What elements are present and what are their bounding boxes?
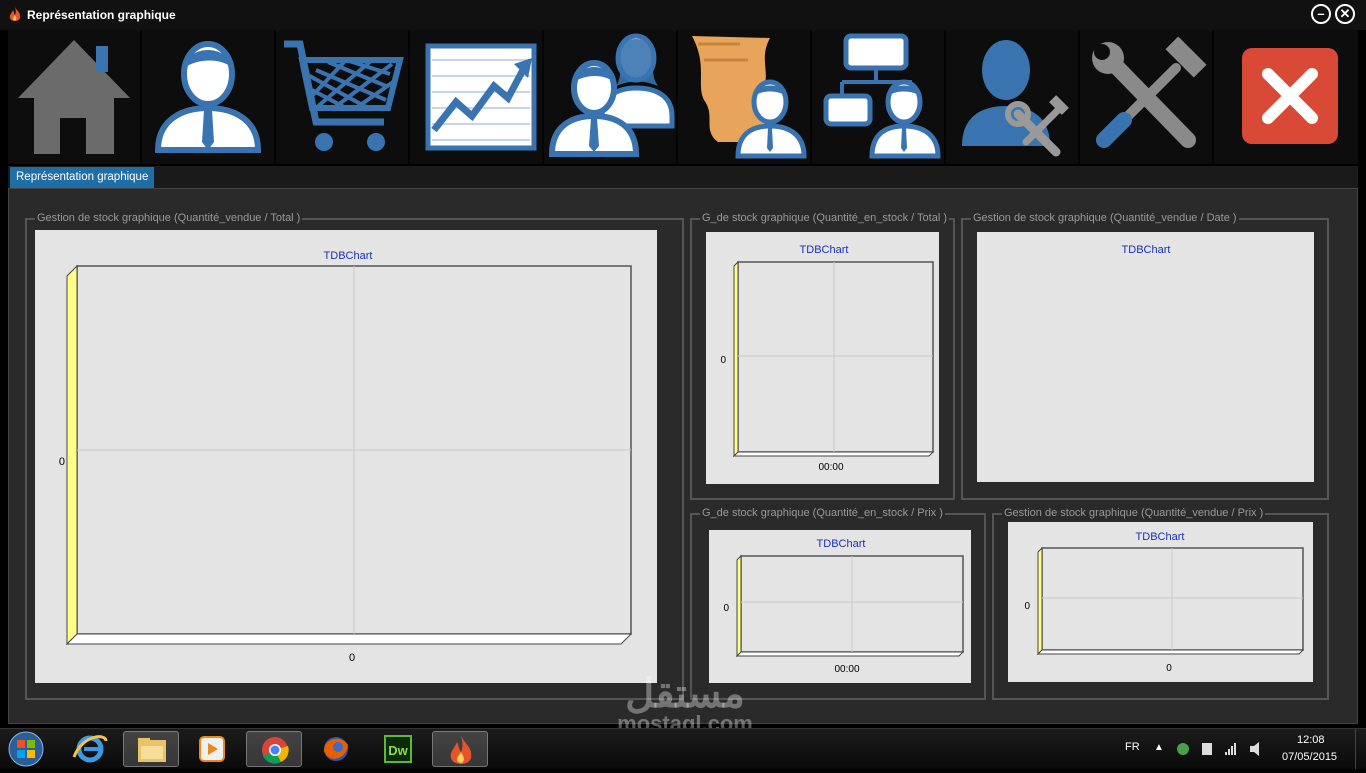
windows-taskbar: Dw FR ▲ 12:08 07/05/2015 <box>0 728 1366 769</box>
panel-legend: Gestion de stock graphique (Quantité_ven… <box>1002 507 1266 519</box>
minimize-button[interactable]: – <box>1311 4 1331 24</box>
user-settings-button[interactable] <box>946 30 1078 164</box>
main-toolbar <box>8 30 1358 164</box>
orders-button[interactable] <box>678 30 810 164</box>
panel-quantite-vendue-total: Gestion de stock graphique (Quantité_ven… <box>25 212 684 700</box>
taskbar-file-explorer[interactable] <box>123 731 179 767</box>
dreamweaver-label: Dw <box>388 743 408 758</box>
exit-button[interactable] <box>1214 30 1358 164</box>
users-group-icon <box>548 33 675 157</box>
y-tick-label: 0 <box>1024 601 1030 612</box>
chart-title: TDBChart <box>817 538 866 550</box>
panel-legend: Gestion de stock graphique (Quantité_ven… <box>971 212 1239 224</box>
title-bar: Représentation graphique – ✕ <box>0 0 1366 30</box>
x-axis-floor <box>1036 649 1305 655</box>
panel-quantite-vendue-date: Gestion de stock graphique (Quantité_ven… <box>961 212 1329 500</box>
x-tick-label: 0 <box>349 652 355 664</box>
system-tray <box>1177 742 1259 756</box>
panel-quantite-vendue-prix: Gestion de stock graphique (Quantité_ven… <box>992 507 1329 700</box>
volume-icon[interactable] <box>1250 742 1259 756</box>
firefox-icon <box>324 737 348 761</box>
signal-icon[interactable] <box>1225 743 1236 755</box>
y-axis-wall <box>66 264 78 646</box>
close-icon <box>1242 48 1338 144</box>
y-axis-wall <box>1037 546 1043 656</box>
y-tick-label: 0 <box>723 603 729 614</box>
y-tick-label: 0 <box>720 355 726 366</box>
sales-button[interactable] <box>410 30 542 164</box>
panel-quantite-en-stock-total: G_de stock graphique (Quantité_en_stock … <box>690 212 955 500</box>
plot-area <box>737 261 934 453</box>
chart-quantite-vendue-date: TDBChart <box>977 232 1314 482</box>
y-axis-wall <box>733 260 739 458</box>
home-icon <box>18 40 130 154</box>
user-settings-icon <box>962 40 1069 157</box>
chart-quantite-en-stock-total: TDBChart 0 00:00 <box>706 232 939 484</box>
app-flame-icon <box>9 7 21 21</box>
home-button[interactable] <box>8 30 140 164</box>
show-desktop-button[interactable] <box>1355 729 1366 769</box>
taskbar-chrome[interactable] <box>246 731 302 767</box>
document-user-icon <box>692 36 807 159</box>
action-center-icon[interactable] <box>1202 743 1212 755</box>
x-axis-floor <box>732 451 935 457</box>
org-chart-icon <box>823 33 941 159</box>
file-explorer-icon <box>138 738 166 762</box>
media-player-icon <box>199 736 225 762</box>
close-icon: ✕ <box>1339 6 1351 21</box>
cart-button[interactable] <box>276 30 408 164</box>
chart-quantite-vendue-prix: TDBChart 0 0 <box>1008 522 1313 682</box>
panel-legend: Gestion de stock graphique (Quantité_ven… <box>35 212 303 224</box>
explorer-icon <box>72 735 108 763</box>
charts-area: Gestion de stock graphique (Quantité_ven… <box>8 188 1358 724</box>
x-axis-floor <box>735 651 965 657</box>
x-tick-label: 00:00 <box>818 462 843 473</box>
tools-icon <box>1092 36 1207 148</box>
watermark-arabic: مستقل <box>625 672 745 716</box>
chart-title: TDBChart <box>324 250 373 262</box>
window-title: Représentation graphique <box>27 8 176 22</box>
language-indicator[interactable]: FR <box>1125 741 1140 753</box>
dreamweaver-icon: Dw <box>384 735 412 763</box>
organization-button[interactable] <box>812 30 944 164</box>
chart-title: TDBChart <box>1122 244 1171 256</box>
taskbar-ie[interactable] <box>62 731 118 767</box>
clock-time[interactable]: 12:08 <box>1297 734 1325 746</box>
start-button[interactable] <box>6 730 46 768</box>
panel-legend: G_de stock graphique (Quantité_en_stock … <box>700 212 949 224</box>
chrome-icon <box>262 737 289 764</box>
taskbar-dreamweaver[interactable]: Dw <box>370 731 426 767</box>
clock-date[interactable]: 07/05/2015 <box>1282 751 1337 763</box>
taskbar-firefox[interactable] <box>308 731 364 767</box>
users-button[interactable] <box>544 30 676 164</box>
tools-button[interactable] <box>1080 30 1212 164</box>
chart-quantite-en-stock-prix: TDBChart 0 00:00 <box>709 530 971 683</box>
taskbar-media-player[interactable] <box>184 731 240 767</box>
app-flame-icon <box>450 736 472 764</box>
chart-title: TDBChart <box>800 244 849 256</box>
x-tick-label: 0 <box>1166 663 1172 674</box>
x-axis-floor <box>65 633 633 645</box>
sales-chart-icon <box>425 43 537 151</box>
watermark: مستقل mostaql.com <box>600 672 770 736</box>
tab-strip: Représentation graphique <box>8 166 1358 188</box>
network-app-icon[interactable] <box>1177 743 1189 755</box>
shopping-cart-icon <box>284 40 404 151</box>
show-hidden-icons[interactable]: ▲ <box>1154 742 1164 753</box>
chart-title: TDBChart <box>1136 531 1185 543</box>
client-icon <box>154 41 262 153</box>
panel-legend: G_de stock graphique (Quantité_en_stock … <box>700 507 945 519</box>
y-tick-label: 0 <box>59 456 65 468</box>
tab-representation-graphique[interactable]: Représentation graphique <box>10 167 155 188</box>
y-axis-wall <box>736 554 742 658</box>
chart-quantite-vendue-total: TDBChart 0 0 <box>35 230 657 683</box>
close-window-button[interactable]: ✕ <box>1335 4 1355 24</box>
minimize-icon: – <box>1317 6 1325 21</box>
taskbar-gestion-stock-app[interactable] <box>432 731 488 767</box>
clients-button[interactable] <box>142 30 274 164</box>
x-tick-label: 00:00 <box>834 664 859 675</box>
